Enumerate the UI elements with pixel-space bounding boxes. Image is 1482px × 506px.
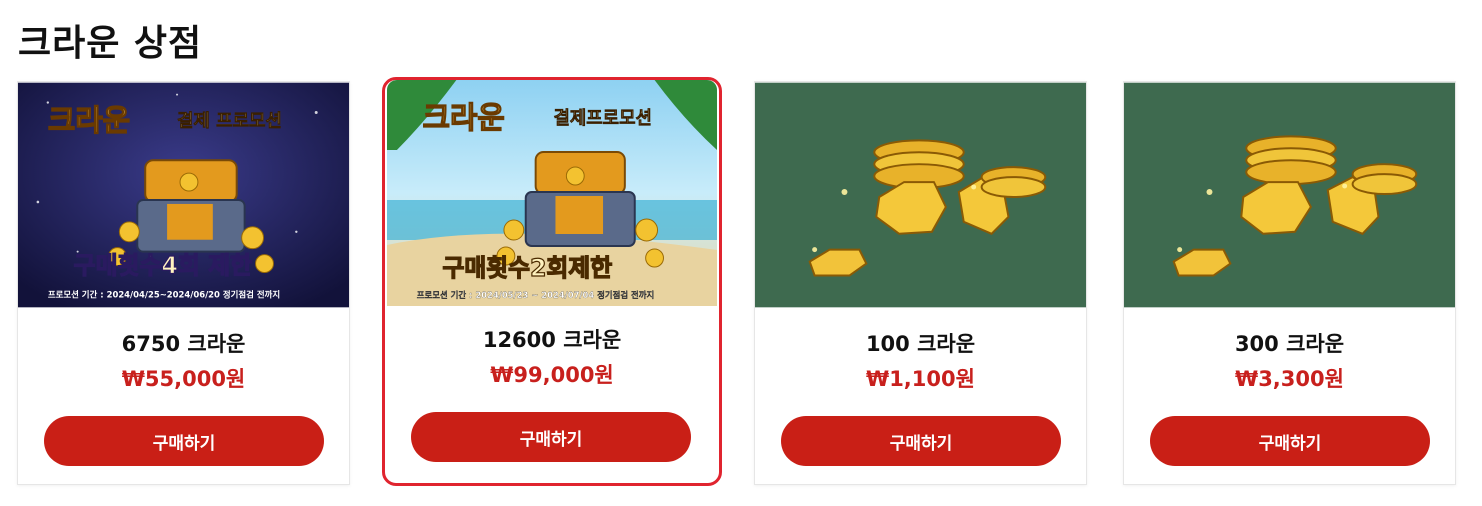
banner-headline-b: 결제프로모션 [553,108,651,129]
banner-period: 프로모션 기간 : 2024/05/23 ~ 2024/07/04 정기점검 전… [417,290,655,300]
product-image-promo-beach[interactable]: 크라운 결제프로모션 구매횟수2회제한 프로모션 기간 : 2024/05/23… [387,80,717,306]
banner-limit-text: 구매횟수2회제한 [442,254,612,282]
product-name: 12600 크라운 [482,328,622,352]
product-price: ₩1,100원 [866,367,975,391]
page-title: 크라운 상점 [18,23,203,64]
banner-headline-b: 결제 프로모션 [177,110,282,131]
product-image-coins[interactable] [755,82,1086,308]
product-card-300[interactable]: 300 크라운 ₩3,300원 구매하기 [1123,81,1456,485]
banner-period: 프로모션 기간 : 2024/04/25~2024/06/20 정기점검 전까지 [48,289,280,299]
product-card-6750[interactable]: 크라운 결제 프로모션 구매횟수4회 제한 프로모션 기간 : 2024/04/… [17,81,350,485]
product-name: 6750 크라운 [121,332,246,356]
product-price: ₩99,000원 [490,363,614,387]
buy-button[interactable]: 구매하기 [781,416,1061,466]
product-image-promo-night[interactable]: 크라운 결제 프로모션 구매횟수4회 제한 프로모션 기간 : 2024/04/… [18,82,349,308]
banner-headline-a: 크라운 [48,103,130,138]
buy-button[interactable]: 구매하기 [44,416,324,466]
product-card-12600[interactable]: 크라운 결제프로모션 구매횟수2회제한 프로모션 기간 : 2024/05/23… [382,77,722,486]
banner-limit-text: 구매횟수4회 제한 [74,252,253,280]
product-name: 300 크라운 [1234,332,1345,356]
product-image-coins[interactable] [1124,82,1455,308]
product-name: 100 크라운 [865,332,976,356]
product-price: ₩3,300원 [1235,367,1344,391]
product-card-100[interactable]: 100 크라운 ₩1,100원 구매하기 [754,81,1087,485]
banner-headline-a: 크라운 [423,101,505,136]
product-price: ₩55,000원 [121,367,246,391]
buy-button[interactable]: 구매하기 [411,412,691,462]
buy-button[interactable]: 구매하기 [1150,416,1430,466]
